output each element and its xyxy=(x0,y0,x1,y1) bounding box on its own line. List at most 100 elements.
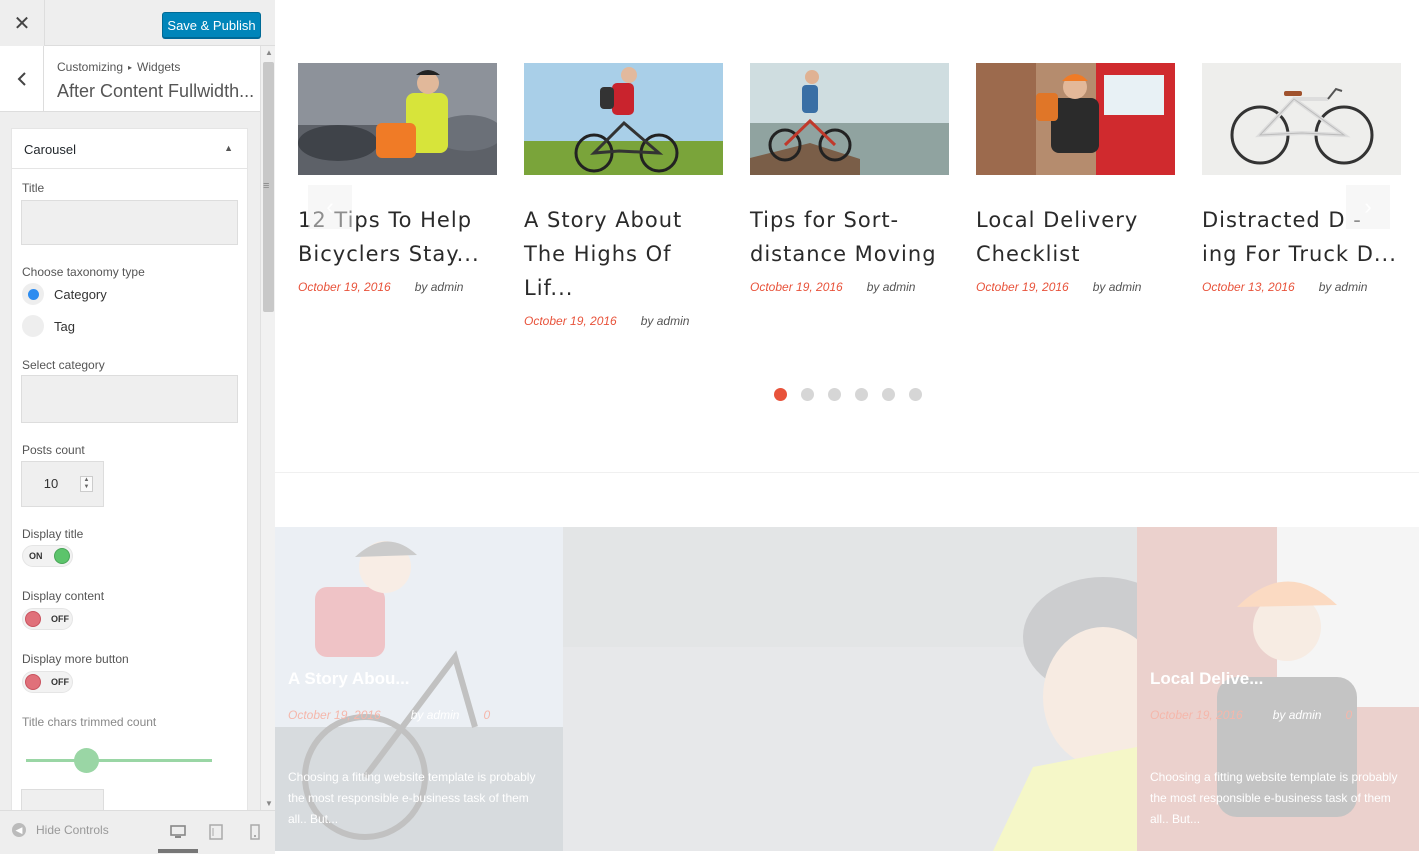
post-meta: October 19, 2016 by admin xyxy=(750,280,949,294)
trim-count-slider-handle[interactable] xyxy=(74,748,99,773)
taxonomy-option-label: Tag xyxy=(54,318,75,334)
display-more-toggle[interactable]: OFF xyxy=(22,671,73,693)
carousel-pagination xyxy=(774,388,922,401)
post-author[interactable]: by admin xyxy=(1319,280,1368,294)
taxonomy-label: Choose taxonomy type xyxy=(22,265,145,279)
carousel-widget-panel: Carousel ▲ Title Choose taxonomy type Ca… xyxy=(11,128,248,818)
display-more-label: Display more button xyxy=(22,652,129,666)
scroll-down-arrow-icon[interactable]: ▼ xyxy=(265,799,273,808)
desktop-preview-icon[interactable] xyxy=(169,823,187,841)
post-date[interactable]: October 19, 2016 xyxy=(750,280,843,294)
carousel-card[interactable]: A Story About The Highs Of Lif... Octobe… xyxy=(524,63,723,328)
featured-post-right[interactable]: Local Delive... October 19, 2016 by admin… xyxy=(1137,527,1419,851)
featured-post-left[interactable]: A Story Abou... October 19, 2016 by admin… xyxy=(275,527,563,851)
carousel-next-icon[interactable]: › xyxy=(1346,185,1390,229)
toggle-state-label: OFF xyxy=(51,614,69,624)
post-thumbnail[interactable] xyxy=(750,63,949,175)
pagination-dot[interactable] xyxy=(774,388,787,401)
scroll-up-arrow-icon[interactable]: ▲ xyxy=(265,48,273,57)
carousel-card[interactable]: Distracted D - ing For Truck D... Octobe… xyxy=(1202,63,1401,294)
mobile-preview-icon[interactable] xyxy=(246,823,264,841)
pagination-dot[interactable] xyxy=(828,388,841,401)
hide-controls-button[interactable]: ◀ Hide Controls xyxy=(12,823,109,837)
category-label: Select category xyxy=(22,358,105,372)
collapse-arrow-icon[interactable]: ▲ xyxy=(224,143,233,153)
display-title-label: Display title xyxy=(22,527,84,541)
carousel-card[interactable]: Local Delivery Checklist October 19, 201… xyxy=(976,63,1175,294)
display-content-label: Display content xyxy=(22,589,105,603)
widget-title: Carousel xyxy=(24,142,77,157)
post-meta: October 19, 2016 by admin xyxy=(976,280,1175,294)
post-author[interactable]: by admin xyxy=(1093,280,1142,294)
resize-grip-icon[interactable]: ≡ xyxy=(263,180,269,192)
active-device-indicator xyxy=(158,849,198,853)
sidebar-scrollbar[interactable]: ▲ ▼ xyxy=(260,46,275,810)
carousel-card[interactable]: Tips for Sort-distance Moving October 19… xyxy=(750,63,949,294)
radio-selected-icon[interactable] xyxy=(22,283,44,305)
featured-post-meta: October 19, 2016 by admin 0 xyxy=(1150,708,1352,722)
post-thumbnail[interactable] xyxy=(298,63,497,175)
toggle-state-label: OFF xyxy=(51,677,69,687)
pagination-dot[interactable] xyxy=(882,388,895,401)
featured-post-comments[interactable]: 0 xyxy=(483,708,490,722)
post-date[interactable]: October 19, 2016 xyxy=(524,314,617,328)
carousel-prev-icon[interactable]: ‹ xyxy=(308,185,352,229)
section-title: After Content Fullwidth... xyxy=(57,81,255,101)
customizer-header: ✕ Save & Publish xyxy=(0,0,275,46)
featured-post-author[interactable]: by admin xyxy=(411,708,460,722)
post-title[interactable]: Local Delivery Checklist xyxy=(976,203,1175,271)
toggle-state-label: ON xyxy=(29,551,43,561)
radio-unselected-icon[interactable] xyxy=(22,315,44,337)
back-arrow-icon[interactable] xyxy=(0,46,44,112)
posts-count-stepper[interactable]: 10 ▲ ▼ xyxy=(21,461,104,507)
taxonomy-option-category[interactable]: Category xyxy=(22,283,107,305)
tablet-preview-icon[interactable] xyxy=(207,823,225,841)
title-label: Title xyxy=(22,181,45,195)
display-title-toggle[interactable]: ON xyxy=(22,545,73,567)
post-title[interactable]: Tips for Sort-distance Moving xyxy=(750,203,949,271)
trim-count-slider-track[interactable] xyxy=(26,759,212,762)
post-author[interactable]: by admin xyxy=(415,280,464,294)
featured-post-title[interactable]: Local Delive... xyxy=(1150,669,1263,689)
featured-post-date[interactable]: October 19, 2016 xyxy=(288,708,381,722)
post-title[interactable]: A Story About The Highs Of Lif... xyxy=(524,203,723,305)
post-meta: October 19, 2016 by admin xyxy=(298,280,497,294)
post-meta: October 13, 2016 by admin xyxy=(1202,280,1401,294)
pagination-dot[interactable] xyxy=(801,388,814,401)
post-thumbnail[interactable] xyxy=(976,63,1175,175)
toggle-knob xyxy=(25,611,41,627)
customizer-sidebar: ✕ Save & Publish Customizing ▸ Widgets Aft… xyxy=(0,0,275,854)
collapse-left-icon: ◀ xyxy=(12,823,26,837)
pagination-dot[interactable] xyxy=(909,388,922,401)
widget-header[interactable]: Carousel ▲ xyxy=(12,129,247,169)
featured-post-center[interactable] xyxy=(563,527,1137,851)
spinner-arrows-icon[interactable]: ▲ ▼ xyxy=(80,476,93,492)
post-date[interactable]: October 13, 2016 xyxy=(1202,280,1295,294)
carousel-card[interactable]: 12 Tips To Help Bicyclers Stay... Octobe… xyxy=(298,63,497,294)
title-input[interactable] xyxy=(21,200,238,245)
save-publish-button[interactable]: Save & Publish xyxy=(162,12,261,38)
category-select[interactable] xyxy=(21,375,238,423)
featured-post-comments[interactable]: 0 xyxy=(1345,708,1352,722)
taxonomy-option-label: Category xyxy=(54,286,107,302)
toggle-knob xyxy=(25,674,41,690)
pagination-dot[interactable] xyxy=(855,388,868,401)
post-author[interactable]: by admin xyxy=(641,314,690,328)
display-content-toggle[interactable]: OFF xyxy=(22,608,73,630)
customizer-footer: ◀ Hide Controls xyxy=(0,810,275,854)
featured-post-title[interactable]: A Story Abou... xyxy=(288,669,410,689)
featured-post-meta: October 19, 2016 by admin 0 xyxy=(288,708,490,722)
section-divider xyxy=(275,472,1419,473)
post-date[interactable]: October 19, 2016 xyxy=(298,280,391,294)
breadcrumb-separator-icon: ▸ xyxy=(128,63,133,72)
featured-post-author[interactable]: by admin xyxy=(1273,708,1322,722)
post-author[interactable]: by admin xyxy=(867,280,916,294)
post-thumbnail[interactable] xyxy=(524,63,723,175)
post-thumbnail[interactable] xyxy=(1202,63,1401,175)
toggle-knob xyxy=(54,548,70,564)
featured-post-date[interactable]: October 19, 2016 xyxy=(1150,708,1243,722)
close-icon[interactable]: ✕ xyxy=(0,0,45,46)
taxonomy-option-tag[interactable]: Tag xyxy=(22,315,75,337)
section-header: Customizing ▸ Widgets After Content Fullwi… xyxy=(0,46,260,112)
post-date[interactable]: October 19, 2016 xyxy=(976,280,1069,294)
